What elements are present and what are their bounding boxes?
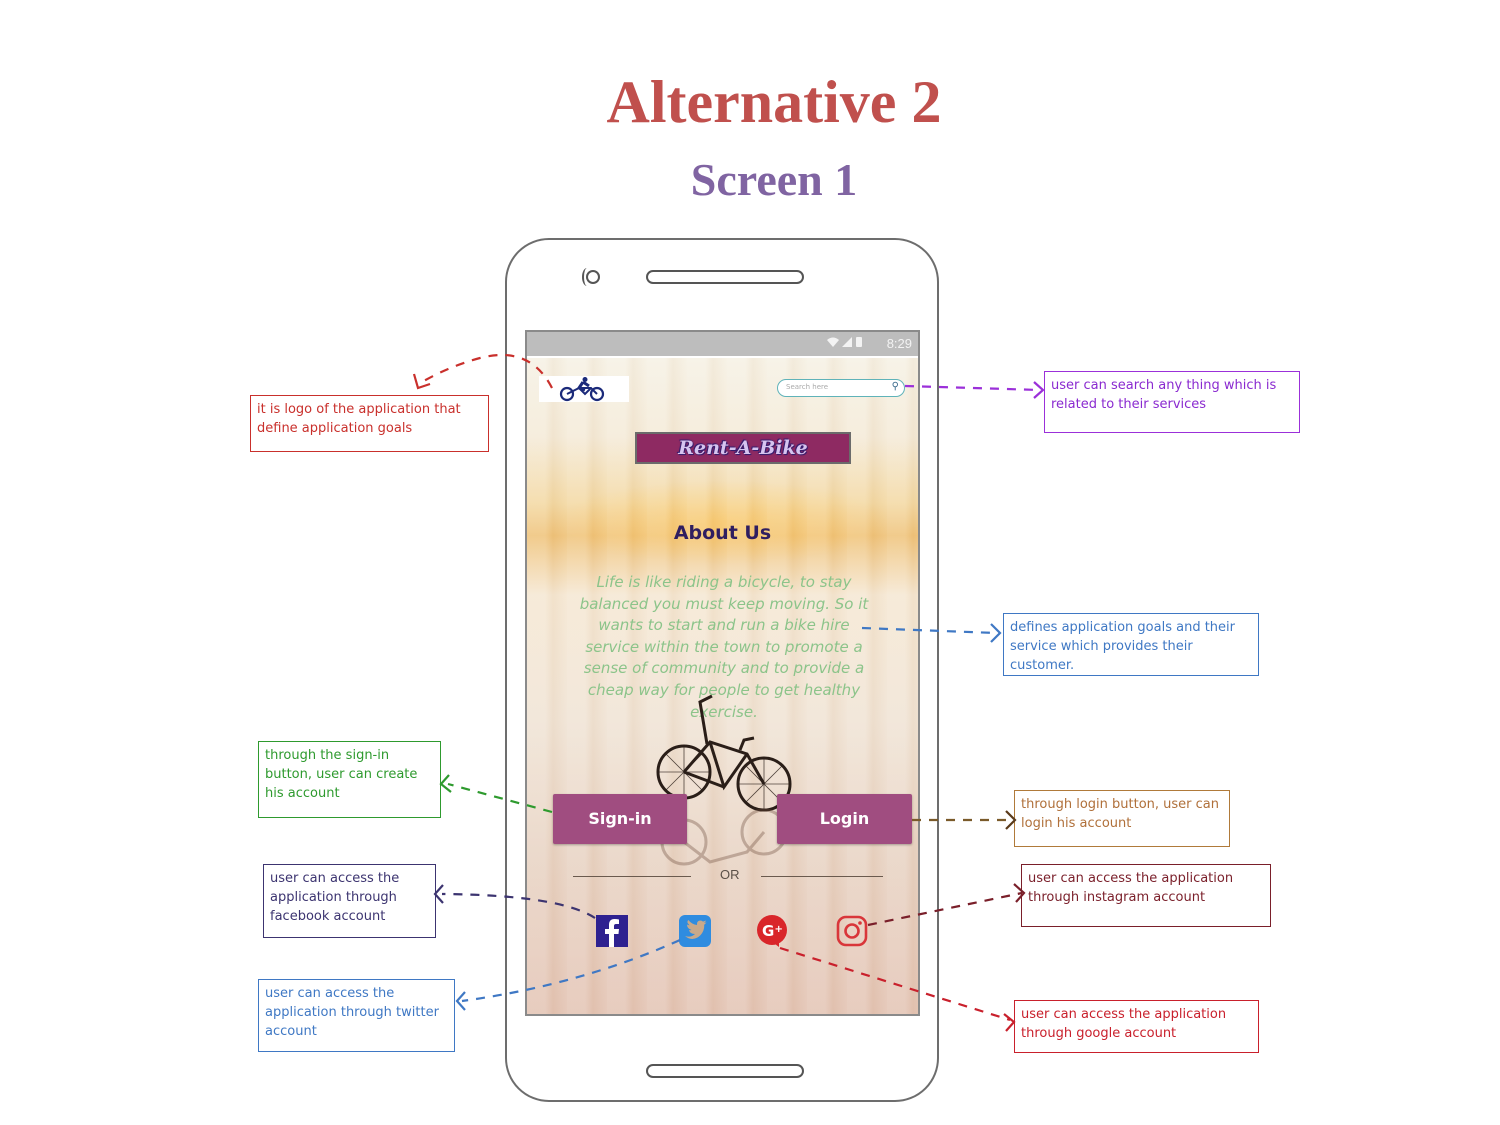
app-logo[interactable] <box>539 376 629 402</box>
facebook-icon <box>596 915 628 947</box>
arrowhead-search <box>1033 381 1045 399</box>
callout-google: user can access the application through … <box>1014 1000 1259 1053</box>
google-plus-icon: G + <box>757 915 787 947</box>
arrowhead-signin <box>439 774 452 793</box>
callout-instagram: user can access the application through … <box>1021 864 1271 927</box>
status-time: 8:29 <box>886 336 912 351</box>
status-bar: 8:29 <box>527 332 918 356</box>
cyclist-icon <box>559 377 605 402</box>
or-divider-right <box>761 876 883 877</box>
arrowhead-facebook <box>433 884 444 904</box>
callout-logo: it is logo of the application that defin… <box>250 395 489 452</box>
brand-banner: Rent-A-Bike <box>635 432 851 464</box>
search-input[interactable]: Search here ⚲ <box>777 379 905 397</box>
instagram-button[interactable] <box>835 914 869 948</box>
search-placeholder: Search here <box>786 383 829 391</box>
twitter-button[interactable] <box>678 914 712 948</box>
twitter-icon <box>679 915 711 947</box>
arrowhead-twitter <box>455 991 466 1011</box>
arrowhead-about <box>990 623 1002 643</box>
callout-login: through login button, user can login his… <box>1014 790 1230 847</box>
phone-screen: 8:29 Search here ⚲ Rent-A-Bike About Us … <box>525 330 920 1016</box>
home-button[interactable] <box>646 1064 804 1078</box>
page-subtitle: Screen 1 <box>690 154 858 205</box>
about-us-heading: About Us <box>673 522 772 544</box>
or-divider-left <box>573 876 691 877</box>
page-title: Alternative 2 <box>606 69 942 135</box>
status-icons <box>826 336 868 351</box>
bicycle-image <box>656 694 792 866</box>
speaker-grille <box>646 270 804 284</box>
callout-signin: through the sign-in button, user can cre… <box>258 741 441 818</box>
arrowhead-logo <box>412 373 431 390</box>
callout-about: defines application goals and their serv… <box>1003 613 1259 676</box>
instagram-icon <box>836 915 868 947</box>
sign-in-button[interactable]: Sign-in <box>553 794 687 844</box>
or-label: OR <box>720 867 740 882</box>
facebook-button[interactable] <box>595 914 629 948</box>
callout-twitter: user can access the application through … <box>258 979 455 1052</box>
callout-search: user can search any thing which is relat… <box>1044 371 1300 433</box>
callout-facebook: user can access the application through … <box>263 864 436 938</box>
arrowhead-google <box>1003 1013 1016 1032</box>
svg-text:G: G <box>762 922 774 940</box>
search-icon[interactable]: ⚲ <box>892 381 899 392</box>
camera-icon <box>586 270 600 284</box>
svg-text:+: + <box>775 924 783 935</box>
login-button[interactable]: Login <box>777 794 912 844</box>
wifi-signal-battery-icon <box>827 337 862 347</box>
google-plus-button[interactable]: G + <box>755 914 789 948</box>
